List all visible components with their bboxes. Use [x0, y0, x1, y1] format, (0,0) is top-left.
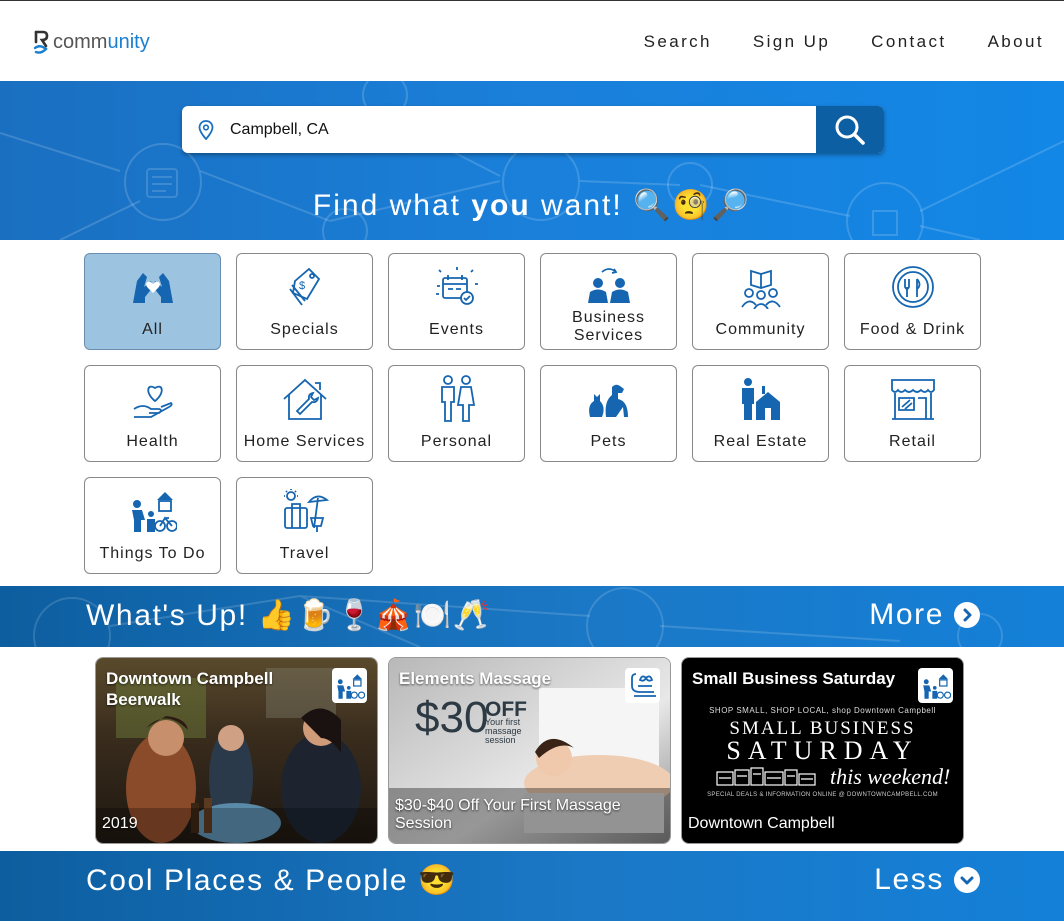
logo-text-suffix: unity	[107, 30, 150, 53]
man-woman-icon	[440, 375, 475, 422]
location-input[interactable]	[230, 107, 816, 152]
category-label: Food & Drink	[859, 321, 966, 338]
promo-line: SHOP SMALL, SHOP LOCAL, shop Downtown Ca…	[709, 706, 936, 715]
main-nav: Search Sign Up Contact About	[644, 32, 1044, 52]
search-button[interactable]	[816, 106, 884, 153]
card-caption: Downtown Campbell	[688, 815, 835, 832]
category-tile-food-drink[interactable]: Food & Drink	[844, 253, 981, 350]
category-tile-real-estate[interactable]: Real Estate	[692, 365, 829, 462]
event-card[interactable]: $30 OFF Your first massage session Eleme…	[388, 657, 671, 844]
luggage-beach-icon	[283, 489, 329, 532]
hands-heart-icon	[132, 273, 173, 303]
category-tile-business-services[interactable]: Business Services	[540, 253, 677, 350]
category-tile-all[interactable]: All	[84, 253, 221, 350]
cat-dog-icon	[588, 384, 628, 417]
category-tile-specials[interactable]: $ Specials	[236, 253, 373, 350]
more-button[interactable]: More	[869, 598, 980, 632]
card-title: Downtown Campbell Beerwalk	[106, 669, 274, 709]
storefront-icon	[890, 379, 935, 420]
category-label: Real Estate	[713, 433, 808, 450]
card-title: Elements Massage	[399, 669, 552, 688]
storefronts-illustration	[716, 767, 816, 786]
house-wrench-icon	[282, 378, 327, 420]
location-pin-icon	[182, 106, 230, 153]
realtor-house-icon	[741, 378, 780, 420]
more-label: More	[869, 598, 944, 631]
card-title: Small Business Saturday	[692, 669, 896, 688]
nav-contact-link[interactable]: Contact	[871, 32, 946, 52]
category-label: Travel	[279, 545, 330, 562]
category-tile-personal[interactable]: Personal	[388, 365, 525, 462]
event-card[interactable]: Downtown Campbell Beerwalk 2019	[95, 657, 378, 844]
nav-signup-link[interactable]: Sign Up	[753, 32, 830, 52]
category-label: Health	[126, 433, 179, 450]
category-label: Things To Do	[99, 545, 206, 562]
promo-price: $30	[415, 693, 489, 742]
magnifier-icon	[835, 115, 865, 145]
category-tile-health[interactable]: Health	[84, 365, 221, 462]
category-label: Specials	[270, 321, 339, 338]
promo-subtitle: Your first massage session	[485, 717, 522, 745]
less-label: Less	[874, 863, 944, 896]
hero-banner: Find what you want! 🔍🧐🔎	[0, 81, 1064, 240]
nav-about-link[interactable]: About	[988, 32, 1044, 52]
less-button[interactable]: Less	[874, 863, 980, 897]
location-search-bar	[182, 106, 884, 153]
logo-text: community	[53, 31, 150, 54]
activities-icon	[918, 668, 953, 703]
card-caption: 2019	[102, 815, 138, 832]
card-caption: $30-$40 Off Your First Massage Session	[395, 797, 621, 832]
community-logo[interactable]: community	[33, 29, 150, 55]
category-tile-home-services[interactable]: Home Services	[236, 365, 373, 462]
hero-title-part: want! 🔍🧐🔎	[530, 189, 752, 222]
activities-icon	[131, 492, 177, 532]
category-label: All	[142, 321, 163, 338]
category-label: Pets	[590, 433, 627, 450]
promo-line: this weekend!	[830, 764, 951, 789]
svg-text:$: $	[299, 280, 305, 292]
promo-line: SPECIAL DEALS & INFORMATION ONLINE @ DOW…	[707, 792, 938, 798]
category-label: Personal	[420, 433, 493, 450]
community-group-icon	[740, 269, 781, 309]
category-tile-community[interactable]: Community	[692, 253, 829, 350]
plate-utensils-icon	[891, 266, 934, 308]
cool-places-title: Cool Places & People 😎	[86, 864, 458, 897]
promo-line: SATURDAY	[726, 736, 919, 765]
heart-hand-icon	[133, 385, 173, 418]
category-tile-events[interactable]: Events	[388, 253, 525, 350]
activities-icon	[332, 668, 367, 703]
category-tile-travel[interactable]: Travel	[236, 477, 373, 574]
logo-text-prefix: comm	[53, 30, 108, 53]
chevron-right-icon	[954, 602, 980, 628]
whats-up-title: What's Up! 👍🍺🍷🎪🍽️🥂	[86, 599, 492, 632]
category-tile-pets[interactable]: Pets	[540, 365, 677, 462]
logo-mark-icon	[33, 30, 49, 54]
top-navbar: community Search Sign Up Contact About	[0, 0, 1064, 81]
category-tile-retail[interactable]: Retail	[844, 365, 981, 462]
hero-title: Find what you want! 🔍🧐🔎	[0, 188, 1064, 223]
category-label: Home Services	[243, 433, 366, 450]
business-people-icon	[587, 268, 630, 303]
category-label: Events	[429, 321, 484, 338]
spa-icon	[625, 668, 660, 703]
event-card[interactable]: SHOP SMALL, SHOP LOCAL, shop Downtown Ca…	[681, 657, 964, 844]
category-label: Community	[715, 321, 806, 338]
whats-up-section-header: What's Up! 👍🍺🍷🎪🍽️🥂 More	[0, 586, 1064, 647]
category-label: Retail	[889, 433, 936, 450]
chevron-down-icon	[954, 867, 980, 893]
category-tile-things-to-do[interactable]: Things To Do	[84, 477, 221, 574]
category-label: Business Services	[572, 309, 645, 344]
calendar-icon	[435, 267, 478, 305]
nav-search-link[interactable]: Search	[644, 32, 712, 52]
price-tag-icon: $	[288, 267, 320, 306]
hero-title-part: Find what	[312, 189, 472, 222]
cool-places-section-header: Cool Places & People 😎 Less	[0, 851, 1064, 921]
hero-title-emphasis: you	[471, 189, 531, 222]
